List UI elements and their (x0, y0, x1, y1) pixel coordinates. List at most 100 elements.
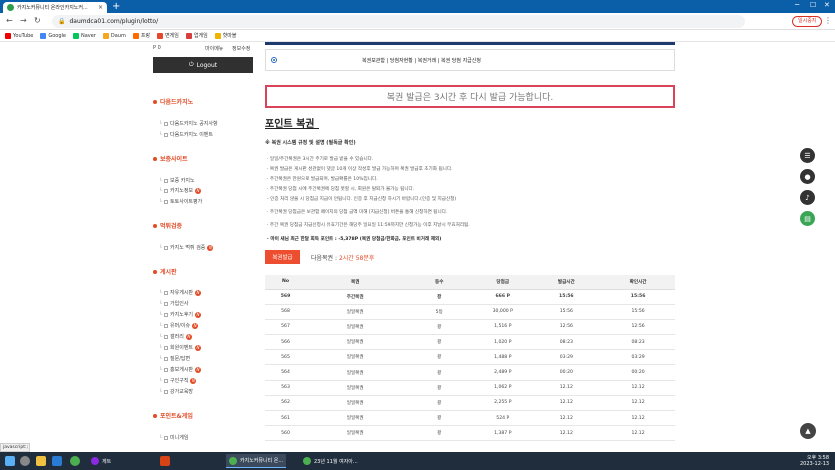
table-cell: 2,255 P (474, 395, 532, 412)
table-cell: 15:56 (531, 289, 602, 305)
bookmark-youtube[interactable]: YouTube (5, 32, 33, 39)
sidebar-item-free[interactable]: └ 자유게시판 N (159, 289, 202, 296)
sidebar-item-humor[interactable]: └ 유머/이슈 N (159, 322, 199, 329)
sidebar-item-jobs[interactable]: └ 구인구직 N (159, 377, 197, 384)
bookmark-5[interactable]: 면게임 (157, 32, 179, 39)
status-link: javascript:; (0, 443, 30, 452)
bookmark-icon (157, 32, 164, 39)
table-cell: 563 (265, 380, 306, 396)
url-text: daumdca01.com/plugin/lotto/ (69, 18, 159, 25)
sidebar-item-guarantee-casino[interactable]: └ 보증 카지노 (159, 177, 195, 185)
forward-icon[interactable]: → (20, 16, 27, 25)
scroll-top-icon[interactable]: ▲ (800, 423, 816, 439)
section-title-points: 포인트&게임 (153, 411, 193, 420)
table-cell: 00:20 (601, 364, 675, 381)
url-field[interactable]: 🔒 daumdca01.com/plugin/lotto/ (52, 15, 745, 28)
sidebar-item-minigame[interactable]: └ 미니게임 (159, 434, 188, 442)
edge-icon[interactable] (52, 456, 62, 466)
minimize-icon[interactable]: ─ (795, 1, 799, 9)
search-icon[interactable] (20, 456, 30, 466)
maximize-icon[interactable]: ☐ (810, 1, 816, 9)
taskbar: 게트 카지노커뮤니티 온... 23년 11월 여자아... 오후 3:58 2… (0, 452, 835, 470)
table-cell: 주간복권 (306, 289, 405, 305)
sidebar-item-toto-review[interactable]: └ 토토사이트평가 (159, 198, 202, 206)
bookmark-google[interactable]: Google (40, 32, 66, 39)
sidebar-item-greeting[interactable]: └ 가입인사 (159, 300, 188, 308)
pause-sync-button[interactable]: 일시중지 (792, 16, 823, 27)
browser-menu-icon[interactable]: ⋮ (824, 16, 832, 25)
table-cell: 꽝 (404, 395, 475, 412)
app-icon[interactable] (160, 456, 170, 466)
bookmark-daum[interactable]: Daum (102, 32, 126, 39)
table-cell: 12:56 (531, 319, 602, 336)
windows-start-icon[interactable] (5, 456, 15, 466)
table-cell: 566 (265, 334, 306, 351)
points-label: P 0 (153, 45, 161, 51)
rule-line: · 일일/주간복권은 3시간 주기로 발급 받을 수 있습니다. (267, 157, 374, 162)
rules-title[interactable]: ※ 복권 시스템 규정 및 설명 (필독글 확인) (265, 139, 356, 146)
table-cell: 꽝 (404, 319, 475, 336)
daum-icon (102, 32, 109, 39)
table-cell: 1,387 P (474, 425, 532, 442)
bell-icon[interactable]: ♪ (800, 190, 815, 205)
section-title-board: 게시판 (153, 267, 177, 276)
user-icon[interactable]: ● (800, 169, 815, 184)
bookmark-naver[interactable]: Naver (72, 32, 96, 39)
sidebar-item-education[interactable]: └ 강가교육방 (159, 388, 193, 396)
table-cell: 꽝 (404, 440, 475, 442)
naver-icon (72, 32, 79, 39)
sidebar-item-casino-info[interactable]: └ 카지노정보 N (159, 187, 202, 194)
rule-line: · 마이 새님 최근 한달 회득 포인트 : -5,378P (복권 당첨금/한… (267, 237, 442, 242)
browser-tab[interactable]: 카지노커뮤니티 온라인카지노커... × (3, 2, 107, 13)
table-cell: 일일복권 (306, 319, 405, 336)
table-row: 563 일일복권 꽝 1,062 P 12.12 12.12 (265, 380, 675, 396)
sidebar: P 0 마이메뉴 정보수정 ⏻ Logout 다음드카지노 └ 다음드카지노 공지… (153, 42, 253, 442)
new-tab-icon[interactable]: + (112, 1, 120, 12)
table-row: 560 일일복권 꽝 1,387 P 12.12 12.12 (265, 425, 675, 442)
bookmark-icon (185, 32, 192, 39)
sidebar-item-qna[interactable]: └ 질문/답변 (159, 355, 190, 363)
table-cell: 15:56 (601, 304, 675, 320)
browser-tab-bar: 카지노커뮤니티 온라인카지노커... × + ─ ☐ ✕ (0, 0, 835, 13)
table-cell: 568 (265, 304, 306, 320)
bookmark-4[interactable]: 프랑 (132, 32, 150, 39)
rule-line: · 주간복권은 만원으로 발급되며, 발급확률은 10%입니다. (267, 177, 378, 182)
table-row: 561 일일복권 꽝 524 P 12.12 12.12 (265, 410, 675, 427)
issue-lotto-button[interactable]: 복권발급 (265, 250, 300, 264)
sidebar-item-member-event[interactable]: └ 회원이벤트 N (159, 344, 202, 351)
close-window-icon[interactable]: ✕ (824, 1, 830, 9)
table-row: 564 일일복권 꽝 2,489 P 00:20 00:20 (265, 364, 675, 381)
close-tab-icon[interactable]: × (98, 4, 103, 11)
back-icon[interactable]: ← (6, 16, 13, 25)
sidebar-item-review[interactable]: └ 카지노후기 N (159, 311, 202, 318)
sidebar-item-gallery[interactable]: └ 갤러리 N (159, 333, 192, 340)
rule-line: - 인증 처리 않을 시 당첨금 지급이 안됩니다. 인증 후 지급신청 하시기… (267, 197, 457, 202)
table-row: 568 일일복권 5등 30,000 P 15:56 15:56 (265, 304, 675, 320)
chat-icon[interactable]: ▤ (800, 211, 815, 226)
table-cell: 08:23 (531, 334, 602, 351)
bookmark-6[interactable]: 업게임 (185, 32, 208, 39)
sidebar-item-notice[interactable]: └ 다음드카지노 공지사항 (159, 120, 218, 128)
table-cell: 일일복권 (306, 440, 405, 442)
table-cell: 03:29 (531, 349, 602, 366)
logout-button[interactable]: ⏻ Logout (153, 57, 253, 73)
sidebar-item-verify[interactable]: └ 카지노 먹튀 검증 N (159, 244, 214, 251)
my-menu-link[interactable]: 마이메뉴 (205, 45, 223, 52)
edit-profile-link[interactable]: 정보수정 (232, 45, 250, 52)
lotto-menu-links[interactable]: 복권보관함 | 당첨자현황 | 복권거래 | 복권 당첨 지급신청 (362, 57, 481, 64)
bookmark-7[interactable]: 핫마블 (214, 32, 237, 39)
section-title-verify: 먹튀검증 (153, 221, 182, 230)
reload-icon[interactable]: ↻ (34, 16, 41, 25)
table-cell: 524 P (474, 410, 532, 427)
table-cell: 12.12 (601, 425, 675, 442)
taskbar-app-2[interactable]: 카지노커뮤니티 온... (226, 454, 287, 468)
next-issue-info: 다음복권 : 2시간 58분후 (311, 255, 375, 262)
taskbar-app-3[interactable]: 23년 11월 여자아... (300, 454, 361, 468)
chrome-icon[interactable] (70, 456, 80, 466)
menu-icon[interactable]: ☰ (800, 148, 815, 163)
sidebar-item-event[interactable]: └ 다음드카지노 이벤트 (159, 131, 213, 139)
table-cell: 12:56 (601, 319, 675, 336)
sidebar-item-promo[interactable]: └ 홍보게시판 N (159, 366, 202, 373)
taskbar-app-1[interactable]: 게트 (88, 454, 114, 468)
file-explorer-icon[interactable] (36, 456, 46, 466)
